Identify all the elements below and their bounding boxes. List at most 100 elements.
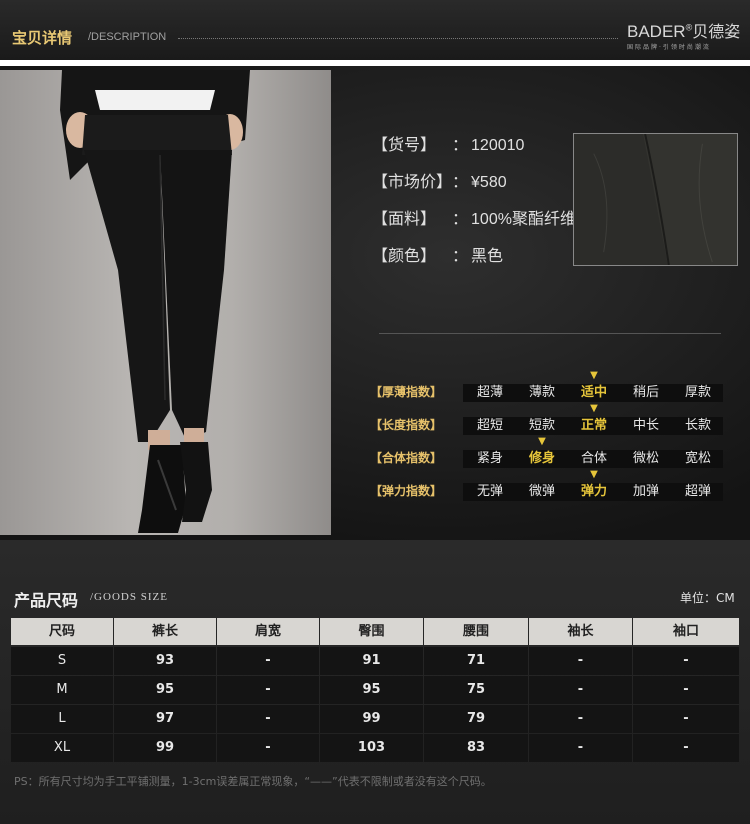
index-option: 加弹	[632, 484, 659, 499]
table-row: S 93-91 71- -	[11, 647, 739, 676]
table-cell: 103	[320, 734, 423, 762]
table-cell: -	[217, 676, 319, 704]
table-header-cell: 袖长	[529, 618, 632, 645]
index-option: 超弹	[684, 484, 711, 499]
table-header-cell: 腰围	[424, 618, 528, 645]
spec-colon: ：	[452, 137, 469, 154]
table-cell: 99	[114, 734, 216, 762]
table-row: L 97-99 79- -	[11, 705, 739, 734]
table-cell: 75	[424, 676, 528, 704]
spec-value: 120010	[471, 137, 525, 154]
table-cell: 97	[114, 705, 216, 733]
spec-value: 100%聚酯纤维	[471, 211, 576, 228]
header-dotted-line	[178, 38, 618, 39]
index-label: 【长度指数】	[370, 418, 443, 432]
spec-item-number: 【货号】 ： 120010	[372, 131, 576, 168]
table-cell: 99	[320, 705, 423, 733]
table-header-cell: 臀围	[320, 618, 423, 645]
spec-colon: ：	[452, 211, 469, 228]
index-label: 【合体指数】	[370, 451, 443, 465]
table-row: XL 99-103 83- -	[11, 734, 739, 763]
table-cell: 71	[424, 647, 528, 675]
spec-value: ¥580	[471, 174, 507, 191]
table-cell: -	[529, 705, 632, 733]
size-subtitle: /GOODS SIZE	[90, 591, 168, 603]
page-header: 宝贝详情 /DESCRIPTION BADER®贝德姿 国际品牌·引领时尚潮流	[0, 0, 750, 60]
table-cell: 79	[424, 705, 528, 733]
selection-marker-icon: ▼	[590, 370, 598, 381]
index-option-selected: 弹力	[580, 484, 607, 499]
table-cell: 83	[424, 734, 528, 762]
spec-item-price: 【市场价】： ¥580	[372, 168, 576, 205]
spec-colon: ：	[452, 174, 469, 191]
index-option: 短款	[528, 418, 555, 433]
table-cell: 93	[114, 647, 216, 675]
spec-list: 【货号】： 120010 【市场价】： ¥580 【面料】： 100%聚酯纤维 【颜色…	[372, 131, 576, 279]
table-header-cell: 肩宽	[217, 618, 319, 645]
table-cell: -	[633, 734, 739, 762]
table-cell: 91	[320, 647, 423, 675]
spec-item-fabric: 【面料】 ： 100%聚酯纤维	[372, 205, 576, 242]
section-divider	[379, 333, 721, 334]
table-cell: -	[529, 647, 632, 675]
selection-marker-icon: ▼	[590, 403, 598, 414]
index-option-selected: 适中	[580, 385, 607, 400]
spec-label: 【货号】	[372, 137, 437, 154]
size-table: 尺码 裤长 肩宽 臀围 腰围 袖长 袖口 S 93-91 71- - M 95-95 75- - L 97-99…	[11, 618, 739, 763]
fabric-detail-photo	[573, 133, 738, 266]
index-option: 长款	[684, 418, 711, 433]
index-option: 宽松	[684, 451, 711, 466]
spec-item-color: 【颜色】 ：黑色	[372, 242, 576, 279]
section-subtitle: /DESCRIPTION	[88, 31, 167, 43]
table-cell: -	[633, 647, 739, 675]
index-option-selected: 修身	[528, 451, 555, 466]
table-header-cell: 尺码	[11, 618, 113, 645]
table-cell: 95	[114, 676, 216, 704]
unit-label: 单位：CM	[680, 591, 735, 605]
brand-name: BADER	[627, 22, 686, 41]
index-label: 【弹力指数】	[370, 484, 443, 498]
table-cell: L	[11, 705, 113, 733]
table-cell: -	[217, 734, 319, 762]
index-option: 薄款	[528, 385, 555, 400]
spec-label: 【面料】	[372, 211, 437, 228]
brand-logo: BADER®贝德姿	[627, 18, 740, 42]
table-cell: 95	[320, 676, 423, 704]
table-cell: S	[11, 647, 113, 675]
index-option: 微松	[632, 451, 659, 466]
table-cell: -	[529, 734, 632, 762]
table-cell: -	[217, 647, 319, 675]
index-option: 中长	[632, 418, 659, 433]
size-title: 产品尺码	[14, 591, 79, 610]
brand-chinese-name: 贝德姿	[692, 24, 741, 41]
section-title: 宝贝详情	[12, 29, 73, 47]
spec-label: 【市场价】	[372, 174, 453, 191]
selection-marker-icon: ▼	[538, 436, 546, 447]
index-option: 超短	[476, 418, 503, 433]
table-cell: -	[633, 676, 739, 704]
measurement-note: PS：所有尺寸均为手工平铺测量，1-3cm误差属正常现象，“——”代表不限制或者…	[14, 775, 492, 788]
index-option: 无弹	[476, 484, 503, 499]
index-option: 合体	[580, 451, 607, 466]
table-cell: M	[11, 676, 113, 704]
index-option: 微弹	[528, 484, 555, 499]
table-header-row: 尺码 裤长 肩宽 臀围 腰围 袖长 袖口	[11, 618, 739, 647]
table-cell: -	[633, 705, 739, 733]
product-photo	[0, 70, 331, 535]
table-cell: -	[529, 676, 632, 704]
table-cell: -	[217, 705, 319, 733]
index-option: 超薄	[476, 385, 503, 400]
spec-value: 黑色	[471, 248, 504, 265]
table-header-cell: 裤长	[114, 618, 216, 645]
index-option: 稍后	[632, 385, 659, 400]
brand-slogan: 国际品牌·引领时尚潮流	[627, 44, 711, 51]
index-label: 【厚薄指数】	[370, 385, 443, 399]
spec-colon: ：	[452, 248, 469, 265]
table-header-cell: 袖口	[633, 618, 739, 645]
table-cell: XL	[11, 734, 113, 762]
index-option: 厚款	[684, 385, 711, 400]
table-row: M 95-95 75- -	[11, 676, 739, 705]
index-option-selected: 正常	[580, 418, 607, 433]
index-option: 紧身	[476, 451, 503, 466]
spec-label: 【颜色】	[372, 248, 437, 265]
